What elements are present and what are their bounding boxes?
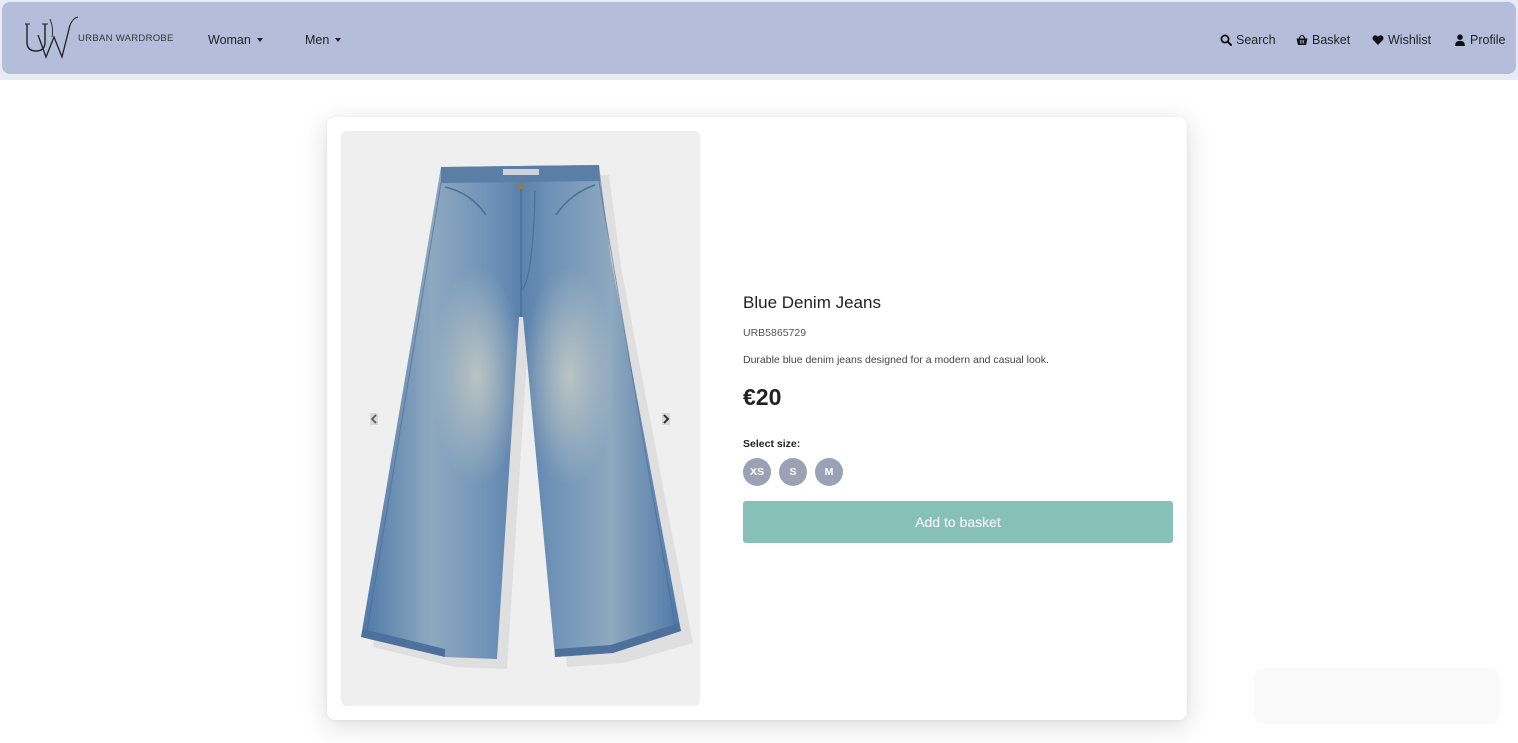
- profile-link[interactable]: Profile: [1454, 33, 1505, 47]
- product-card: Blue Denim Jeans URB5865729 Durable blue…: [327, 117, 1187, 720]
- notification-area: [1254, 668, 1500, 724]
- basket-label: Basket: [1312, 33, 1351, 47]
- heart-icon: [1372, 35, 1384, 45]
- product-description: Durable blue denim jeans designed for a …: [743, 354, 1049, 366]
- size-option-xs[interactable]: XS: [743, 458, 771, 486]
- nav-woman-dropdown[interactable]: Woman: [208, 33, 263, 47]
- wishlist-label: Wishlist: [1388, 33, 1432, 47]
- size-options: XS S M: [743, 458, 843, 486]
- logo-monogram-icon: [25, 16, 79, 59]
- product-price: €20: [743, 384, 782, 410]
- navbar: URBAN WARDROBE Woman Men Search Basket W…: [0, 0, 1518, 80]
- add-to-basket-button[interactable]: Add to basket: [743, 501, 1173, 543]
- nav-men-dropdown[interactable]: Men: [305, 33, 342, 47]
- product-title: Blue Denim Jeans: [743, 293, 881, 312]
- product-image-carousel[interactable]: [341, 131, 700, 706]
- size-option-m[interactable]: M: [815, 458, 843, 486]
- size-label: Select size:: [743, 438, 801, 450]
- carousel-prev-button[interactable]: [369, 412, 379, 426]
- product-sku: URB5865729: [743, 327, 807, 339]
- search-label: Search: [1236, 33, 1276, 47]
- carousel-next-button[interactable]: [661, 412, 671, 426]
- chevron-left-icon: [370, 413, 378, 425]
- search-icon: [1220, 34, 1232, 46]
- chevron-right-icon: [662, 413, 670, 425]
- navbar-bar: URBAN WARDROBE Woman Men Search Basket W…: [2, 2, 1516, 74]
- product-image: [361, 165, 693, 669]
- basket-icon: [1296, 34, 1308, 45]
- brand-name: URBAN WARDROBE: [78, 33, 174, 44]
- profile-label: Profile: [1470, 33, 1506, 47]
- basket-link[interactable]: Basket: [1296, 33, 1350, 47]
- search-link[interactable]: Search: [1220, 33, 1276, 47]
- nav-woman-label: Woman: [208, 33, 251, 47]
- caret-down-icon: [335, 38, 342, 42]
- user-icon: [1455, 34, 1465, 46]
- caret-down-icon: [256, 38, 263, 42]
- nav-men-label: Men: [305, 33, 330, 47]
- wishlist-link[interactable]: Wishlist: [1372, 33, 1431, 47]
- size-option-s[interactable]: S: [779, 458, 807, 486]
- brand-logo[interactable]: [24, 15, 80, 59]
